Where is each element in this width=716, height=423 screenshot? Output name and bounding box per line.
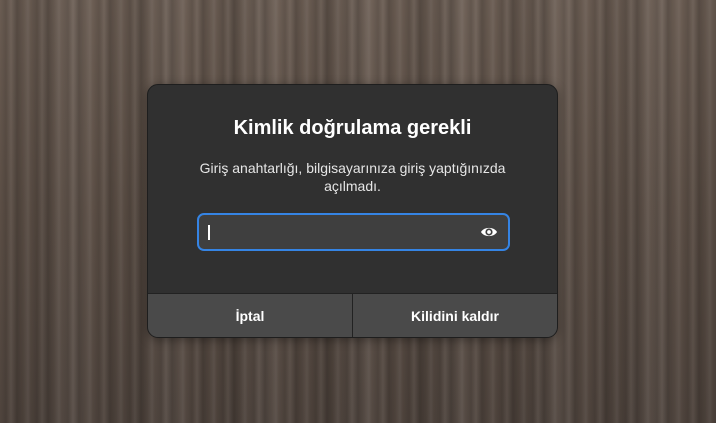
cancel-button[interactable]: İptal [148,294,352,337]
eye-icon[interactable] [480,224,498,240]
dialog-description: Giriş anahtarlığı, bilgisayarınıza giriş… [199,160,506,194]
dialog-button-row: İptal Kilidini kaldır [148,293,557,337]
password-field[interactable] [197,213,510,251]
unlock-button[interactable]: Kilidini kaldır [352,294,557,337]
text-cursor [208,225,210,240]
authentication-dialog: Kimlik doğrulama gerekli Giriş anahtarlı… [147,84,558,338]
dialog-title: Kimlik doğrulama gerekli [233,117,472,139]
